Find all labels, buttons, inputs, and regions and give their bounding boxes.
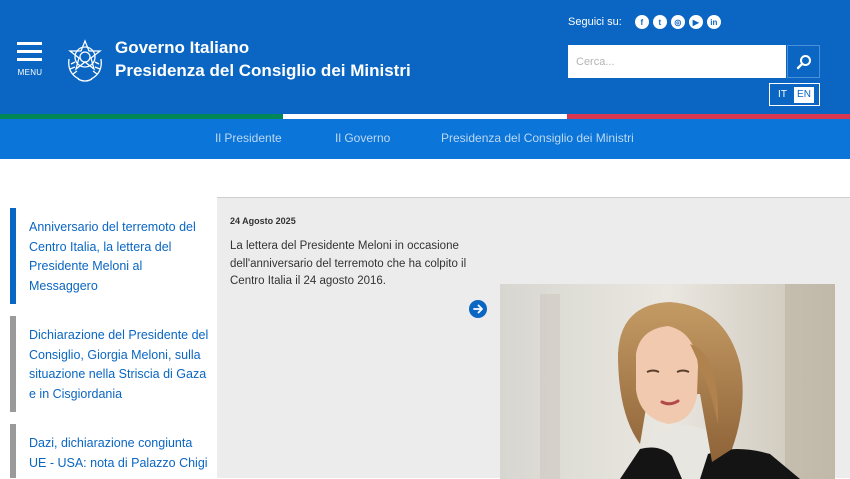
instagram-icon[interactable]: ◎	[670, 15, 685, 29]
sidebar-accent	[10, 424, 16, 478]
nav-item-presidenza[interactable]: Presidenza del Consiglio dei Ministri	[441, 131, 634, 145]
sidebar-news-item[interactable]: Anniversario del terremoto del Centro It…	[10, 208, 217, 304]
nav-item-presidente[interactable]: Il Presidente	[215, 131, 282, 145]
nav-item-governo[interactable]: Il Governo	[335, 131, 390, 145]
featured-article: 24 Agosto 2025 La lettera del Presidente…	[217, 197, 850, 479]
youtube-icon[interactable]: ▶	[688, 15, 703, 29]
sidebar-news-item[interactable]: Dichiarazione del Presidente del Consigl…	[10, 316, 217, 412]
facebook-icon[interactable]: f	[634, 15, 649, 29]
follow-label: Seguici su:	[568, 16, 622, 28]
article-photo[interactable]	[500, 284, 835, 479]
menu-button[interactable]: MENU	[14, 40, 46, 80]
brand-subtitle[interactable]: Presidenza del Consiglio dei Ministri	[115, 61, 411, 81]
search-input[interactable]	[568, 45, 786, 78]
twitter-icon[interactable]: t	[652, 15, 667, 29]
sidebar-accent-active	[10, 208, 16, 304]
language-switcher: IT EN	[769, 83, 820, 106]
main-nav: Il Presidente Il Governo Presidenza del …	[0, 119, 850, 159]
sidebar-news-title: Dichiarazione del Presidente del Consigl…	[29, 328, 209, 401]
read-more-button[interactable]	[469, 300, 487, 318]
republic-emblem-icon[interactable]	[64, 37, 106, 83]
brand-title[interactable]: Governo Italiano	[115, 38, 249, 58]
sidebar-news-title: Anniversario del terremoto del Centro It…	[29, 220, 196, 293]
search-button[interactable]	[787, 45, 820, 78]
arrow-right-icon	[473, 304, 483, 314]
sidebar-accent	[10, 316, 16, 412]
linkedin-icon[interactable]: in	[706, 15, 721, 29]
menu-label: MENU	[17, 68, 43, 77]
lang-en[interactable]: EN	[794, 86, 814, 103]
article-summary: La lettera del Presidente Meloni in occa…	[230, 240, 467, 287]
sidebar-news-item[interactable]: Dazi, dichiarazione congiunta UE - USA: …	[10, 424, 217, 478]
lang-it[interactable]: IT	[775, 87, 790, 103]
article-date: 24 Agosto 2025	[230, 216, 296, 226]
search-icon	[796, 54, 811, 69]
social-bar: Seguici su: f t ◎ ▶ in	[568, 13, 725, 31]
sidebar-news-title: Dazi, dichiarazione congiunta UE - USA: …	[29, 436, 208, 470]
site-header: MENU Governo Italiano Presidenza del Con…	[0, 0, 850, 114]
